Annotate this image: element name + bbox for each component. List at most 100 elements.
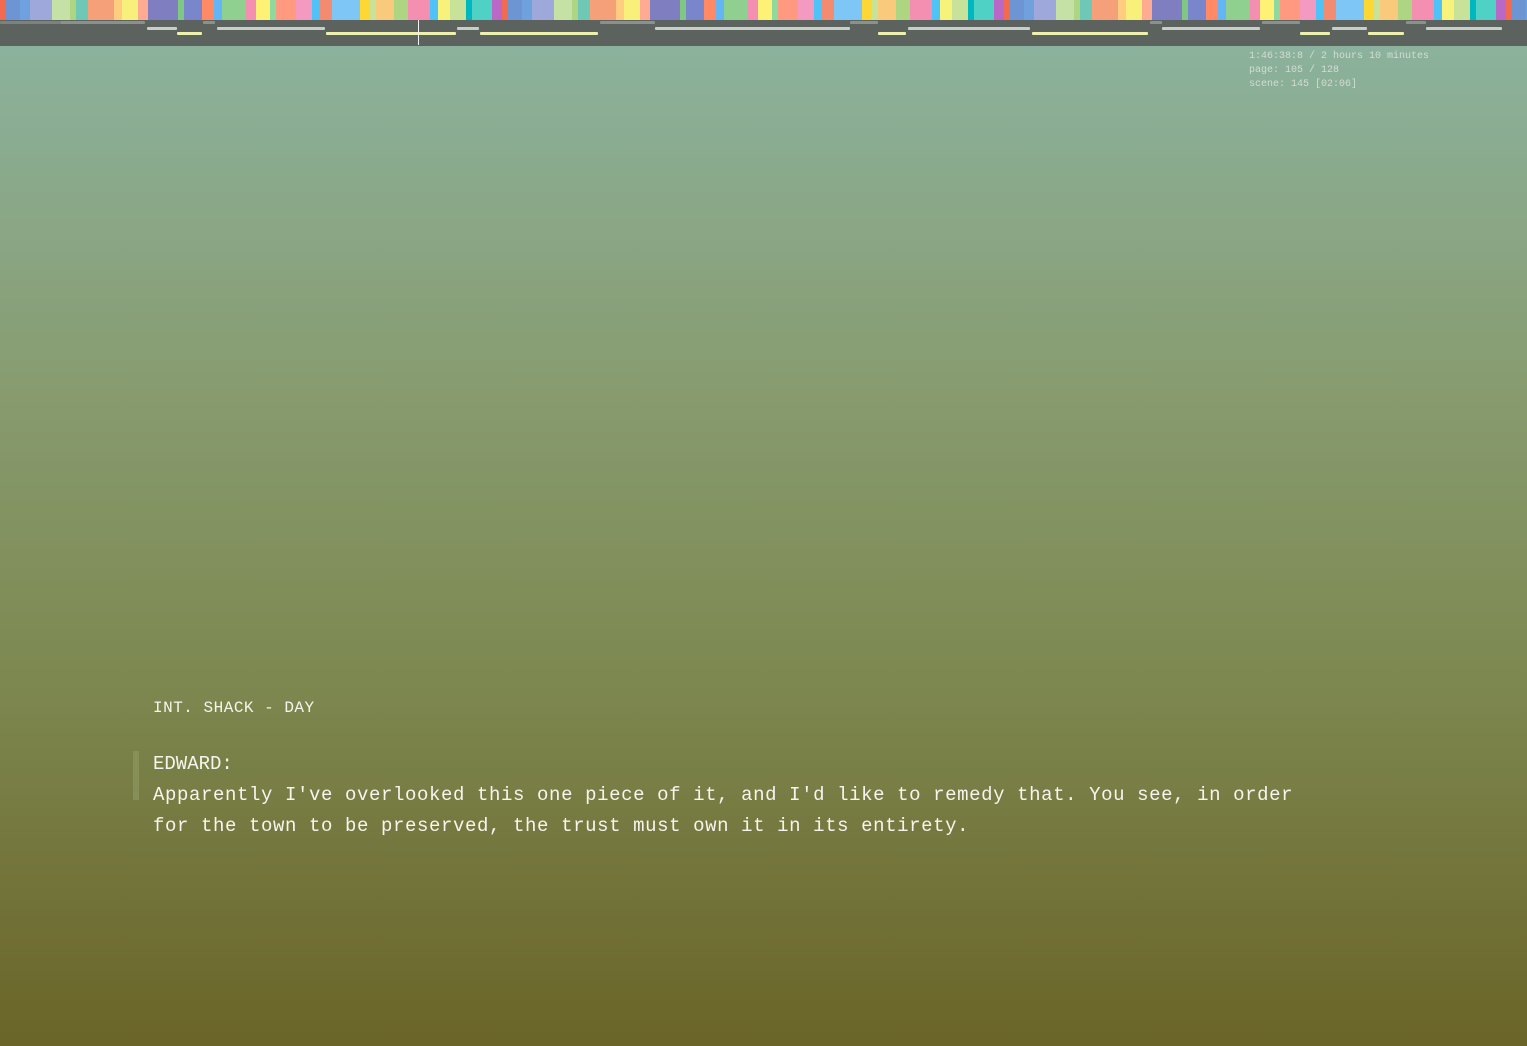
scene-segment[interactable]: [1434, 0, 1442, 20]
scene-segment[interactable]: [778, 0, 798, 20]
scene-segment[interactable]: [748, 0, 758, 20]
character-track-bar: [0, 21, 60, 24]
scene-segment[interactable]: [148, 0, 178, 20]
scene-segment[interactable]: [1316, 0, 1324, 20]
scene-segment[interactable]: [76, 0, 88, 20]
scene-segment[interactable]: [296, 0, 312, 20]
scene-segment[interactable]: [492, 0, 502, 20]
scene-segment[interactable]: [994, 0, 1004, 20]
scene-segment[interactable]: [578, 0, 590, 20]
scene-segment[interactable]: [1260, 0, 1274, 20]
scene-segment[interactable]: [438, 0, 450, 20]
scene-segment[interactable]: [932, 0, 940, 20]
scene-segment[interactable]: [554, 0, 572, 20]
scene-segment[interactable]: [1118, 0, 1126, 20]
scene-segment[interactable]: [1496, 0, 1506, 20]
scene-segment[interactable]: [1412, 0, 1434, 20]
scene-segment[interactable]: [376, 0, 394, 20]
scene-segment[interactable]: [332, 0, 360, 20]
scene-segment[interactable]: [1034, 0, 1056, 20]
scene-segment[interactable]: [394, 0, 408, 20]
scene-segment[interactable]: [522, 0, 532, 20]
scene-segment[interactable]: [138, 0, 148, 20]
elapsed-time-readout: 1:46:38:8 / 2 hours 10 minutes: [1249, 51, 1430, 62]
scene-segment[interactable]: [1126, 0, 1142, 20]
scene-segment[interactable]: [1364, 0, 1374, 20]
scene-segment[interactable]: [1206, 0, 1218, 20]
scene-segment[interactable]: [624, 0, 640, 20]
scene-segment[interactable]: [1218, 0, 1226, 20]
scene-segment[interactable]: [1250, 0, 1260, 20]
scene-segment[interactable]: [508, 0, 522, 20]
character-track-bar: [147, 27, 177, 30]
scene-segment[interactable]: [214, 0, 222, 20]
scene-segment[interactable]: [1092, 0, 1118, 20]
scene-segment[interactable]: [1226, 0, 1250, 20]
scene-segment[interactable]: [114, 0, 122, 20]
scene-segment[interactable]: [590, 0, 616, 20]
scene-segment[interactable]: [1324, 0, 1336, 20]
scene-segment[interactable]: [88, 0, 114, 20]
scene-segment[interactable]: [952, 0, 968, 20]
scene-color-strip[interactable]: [0, 0, 1527, 20]
scene-segment[interactable]: [940, 0, 952, 20]
scene-segment[interactable]: [716, 0, 724, 20]
scene-segment[interactable]: [1056, 0, 1074, 20]
scene-segment[interactable]: [202, 0, 214, 20]
scene-segment[interactable]: [312, 0, 320, 20]
scene-segment[interactable]: [1454, 0, 1470, 20]
scene-heading: INT. SHACK - DAY: [153, 699, 315, 717]
scene-segment[interactable]: [910, 0, 932, 20]
scene-segment[interactable]: [122, 0, 138, 20]
scene-segment[interactable]: [834, 0, 862, 20]
scene-segment[interactable]: [276, 0, 296, 20]
scene-segment[interactable]: [1080, 0, 1092, 20]
scene-segment[interactable]: [1142, 0, 1152, 20]
scene-segment[interactable]: [724, 0, 748, 20]
scene-segment[interactable]: [640, 0, 650, 20]
scene-segment[interactable]: [650, 0, 680, 20]
scene-segment[interactable]: [1476, 0, 1496, 20]
scene-segment[interactable]: [1152, 0, 1182, 20]
scene-segment[interactable]: [1300, 0, 1316, 20]
scene-segment[interactable]: [30, 0, 52, 20]
scene-segment[interactable]: [246, 0, 256, 20]
scene-segment[interactable]: [896, 0, 910, 20]
scene-segment[interactable]: [408, 0, 430, 20]
scene-segment[interactable]: [1398, 0, 1412, 20]
scene-segment[interactable]: [1280, 0, 1300, 20]
scene-segment[interactable]: [450, 0, 466, 20]
scene-segment[interactable]: [1024, 0, 1034, 20]
scene-segment[interactable]: [1380, 0, 1398, 20]
scene-segment[interactable]: [616, 0, 624, 20]
scene-segment[interactable]: [798, 0, 814, 20]
scene-readout: scene: 145 [02:06]: [1249, 79, 1358, 90]
scene-segment[interactable]: [320, 0, 332, 20]
scene-segment[interactable]: [686, 0, 704, 20]
scene-segment[interactable]: [184, 0, 202, 20]
scene-segment[interactable]: [222, 0, 246, 20]
scene-segment[interactable]: [862, 0, 872, 20]
scene-segment[interactable]: [1336, 0, 1364, 20]
scene-segment[interactable]: [814, 0, 822, 20]
scene-segment[interactable]: [822, 0, 834, 20]
scene-segment[interactable]: [20, 0, 30, 20]
scene-segment[interactable]: [472, 0, 492, 20]
scene-segment[interactable]: [256, 0, 270, 20]
scene-segment[interactable]: [1188, 0, 1206, 20]
scene-segment[interactable]: [6, 0, 20, 20]
scene-segment[interactable]: [1512, 0, 1526, 20]
scene-segment[interactable]: [532, 0, 554, 20]
scene-segment[interactable]: [430, 0, 438, 20]
character-track-bar: [908, 27, 1030, 30]
scene-segment[interactable]: [1010, 0, 1024, 20]
scene-segment[interactable]: [360, 0, 370, 20]
scene-segment[interactable]: [758, 0, 772, 20]
scene-segment[interactable]: [52, 0, 70, 20]
playhead-cursor[interactable]: [418, 20, 419, 45]
scene-segment[interactable]: [1442, 0, 1454, 20]
timeline-bar[interactable]: [0, 0, 1527, 46]
scene-segment[interactable]: [878, 0, 896, 20]
scene-segment[interactable]: [974, 0, 994, 20]
scene-segment[interactable]: [704, 0, 716, 20]
